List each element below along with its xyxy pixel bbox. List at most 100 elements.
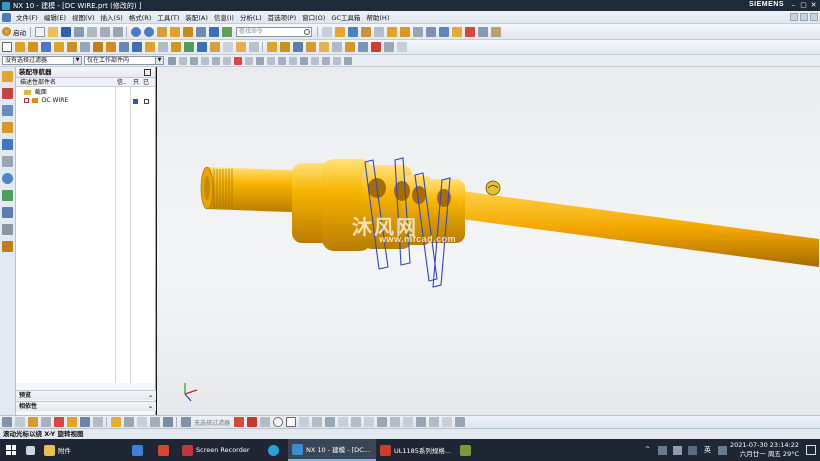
- part-navigator-tab-icon[interactable]: [2, 105, 13, 116]
- plane-icon[interactable]: [136, 417, 147, 427]
- unite-icon[interactable]: [53, 42, 64, 52]
- windows-start-icon[interactable]: [6, 445, 16, 455]
- snap-icon[interactable]: [373, 26, 384, 37]
- extrude-icon[interactable]: [386, 26, 397, 37]
- cut-icon[interactable]: [86, 26, 97, 37]
- clearance-icon[interactable]: [357, 42, 368, 52]
- snap-existing-icon[interactable]: [310, 56, 319, 65]
- analysis-icon[interactable]: [464, 26, 475, 37]
- csys-icon[interactable]: [149, 417, 160, 427]
- pattern-curve-icon[interactable]: [415, 417, 426, 427]
- snap-bounded-icon[interactable]: [343, 56, 352, 65]
- chamfer-icon[interactable]: [92, 42, 103, 52]
- menu-format[interactable]: 格式(R): [126, 12, 155, 22]
- network-icon[interactable]: [657, 445, 667, 455]
- assembly-navigator-icon[interactable]: [2, 71, 13, 82]
- filter-icon[interactable]: [477, 26, 488, 37]
- start-button[interactable]: 启动: [2, 27, 26, 37]
- subtract-icon[interactable]: [66, 42, 77, 52]
- menu-preferences[interactable]: 首选项(P): [265, 12, 300, 22]
- mirror-icon[interactable]: [131, 42, 142, 52]
- snap-control-icon[interactable]: [233, 56, 242, 65]
- clip-icon[interactable]: [92, 417, 103, 427]
- doc-minimize-button[interactable]: [790, 13, 798, 21]
- rectangle-icon[interactable]: [1, 42, 12, 52]
- table-icon[interactable]: [321, 26, 332, 37]
- snap-center-icon[interactable]: [222, 56, 231, 65]
- more-sketch-icon[interactable]: [454, 417, 465, 427]
- system-materials-icon[interactable]: [2, 190, 13, 201]
- menu-help[interactable]: 帮助(H): [363, 12, 392, 22]
- menu-info[interactable]: 信息(I): [211, 12, 237, 22]
- snap-intersection-icon[interactable]: [244, 56, 253, 65]
- orient-view-icon[interactable]: [182, 26, 193, 37]
- display-icon[interactable]: [438, 26, 449, 37]
- block-icon[interactable]: [14, 42, 25, 52]
- zoom-icon[interactable]: [27, 417, 38, 427]
- selection-filter-icon[interactable]: [167, 56, 176, 65]
- render-style-icon[interactable]: [66, 417, 77, 427]
- selection-mode-icon[interactable]: [162, 417, 173, 427]
- column-readonly[interactable]: 只: [133, 78, 139, 87]
- shell-icon[interactable]: [105, 42, 116, 52]
- taskbar-app-folder[interactable]: 附件: [40, 439, 128, 461]
- component-icon[interactable]: [279, 42, 290, 52]
- filter-dropdown-icon[interactable]: [180, 417, 191, 427]
- taskbar-app-pdf[interactable]: UL1185系列规格...: [376, 439, 456, 461]
- snap-face-icon[interactable]: [321, 56, 330, 65]
- copy-icon[interactable]: [99, 26, 110, 37]
- hole-icon[interactable]: [412, 26, 423, 37]
- vector-icon[interactable]: [123, 417, 134, 427]
- menu-insert[interactable]: 插入(S): [98, 12, 126, 22]
- volume-icon[interactable]: [672, 445, 682, 455]
- corner-icon[interactable]: [402, 417, 413, 427]
- taskbar-app-screen-recorder[interactable]: Screen Recorder: [178, 439, 264, 461]
- wave-icon[interactable]: [331, 42, 342, 52]
- point-icon[interactable]: [110, 417, 121, 427]
- menu-view[interactable]: 视图(V): [69, 12, 98, 22]
- sync-modeling-icon[interactable]: [183, 42, 194, 52]
- ime-indicator[interactable]: 英: [704, 445, 711, 455]
- print-icon[interactable]: [73, 26, 84, 37]
- minimize-button[interactable]: –: [789, 1, 798, 9]
- search-icon[interactable]: [304, 28, 310, 35]
- assembly-icon[interactable]: [266, 42, 277, 52]
- maximize-icon[interactable]: [144, 69, 151, 76]
- snap-end-icon[interactable]: [200, 56, 209, 65]
- close-button[interactable]: ✕: [809, 1, 818, 9]
- menu-analysis[interactable]: 分析(L): [237, 12, 265, 22]
- offset-face-icon[interactable]: [157, 42, 168, 52]
- doc-close-button[interactable]: [810, 13, 818, 21]
- checkbox-icon[interactable]: [24, 98, 29, 103]
- taskbar-app-green[interactable]: [456, 439, 480, 461]
- fit-icon[interactable]: [14, 417, 25, 427]
- surface-icon[interactable]: [235, 42, 246, 52]
- new-file-icon[interactable]: [34, 26, 45, 37]
- roles-icon[interactable]: [2, 224, 13, 235]
- check-icon[interactable]: [370, 42, 381, 52]
- trim-body-icon[interactable]: [144, 42, 155, 52]
- snap-perpendicular-icon[interactable]: [288, 56, 297, 65]
- move-face-icon[interactable]: [196, 42, 207, 52]
- menu-gc-toolbox[interactable]: GC工具箱: [328, 12, 363, 22]
- menu-window[interactable]: 窗口(O): [299, 12, 328, 22]
- menu-assembly[interactable]: 装配(A): [182, 12, 211, 22]
- column-info[interactable]: 信..: [117, 78, 127, 87]
- offset-icon[interactable]: [337, 417, 348, 427]
- sketch-icon[interactable]: [360, 26, 371, 37]
- tree-row-sections[interactable]: 截面: [24, 89, 47, 97]
- window-icon[interactable]: [208, 26, 219, 37]
- redo-icon[interactable]: [143, 26, 154, 37]
- trim-icon[interactable]: [350, 417, 361, 427]
- snap-arc-center-icon[interactable]: [332, 56, 341, 65]
- chevron-up-icon[interactable]: ^: [643, 446, 652, 455]
- preview-panel[interactable]: 预览 ⌄: [16, 390, 156, 400]
- spline-icon[interactable]: [233, 417, 244, 427]
- taskbar-app-nx[interactable]: NX 10 - 建模 - [DC...: [288, 439, 376, 461]
- line-icon[interactable]: [246, 417, 257, 427]
- constraint-navigator-icon[interactable]: [2, 88, 13, 99]
- background-icon[interactable]: [79, 417, 90, 427]
- taskbar-app-red[interactable]: [154, 439, 178, 461]
- cylinder-icon[interactable]: [27, 42, 38, 52]
- reference-set-icon[interactable]: [344, 42, 355, 52]
